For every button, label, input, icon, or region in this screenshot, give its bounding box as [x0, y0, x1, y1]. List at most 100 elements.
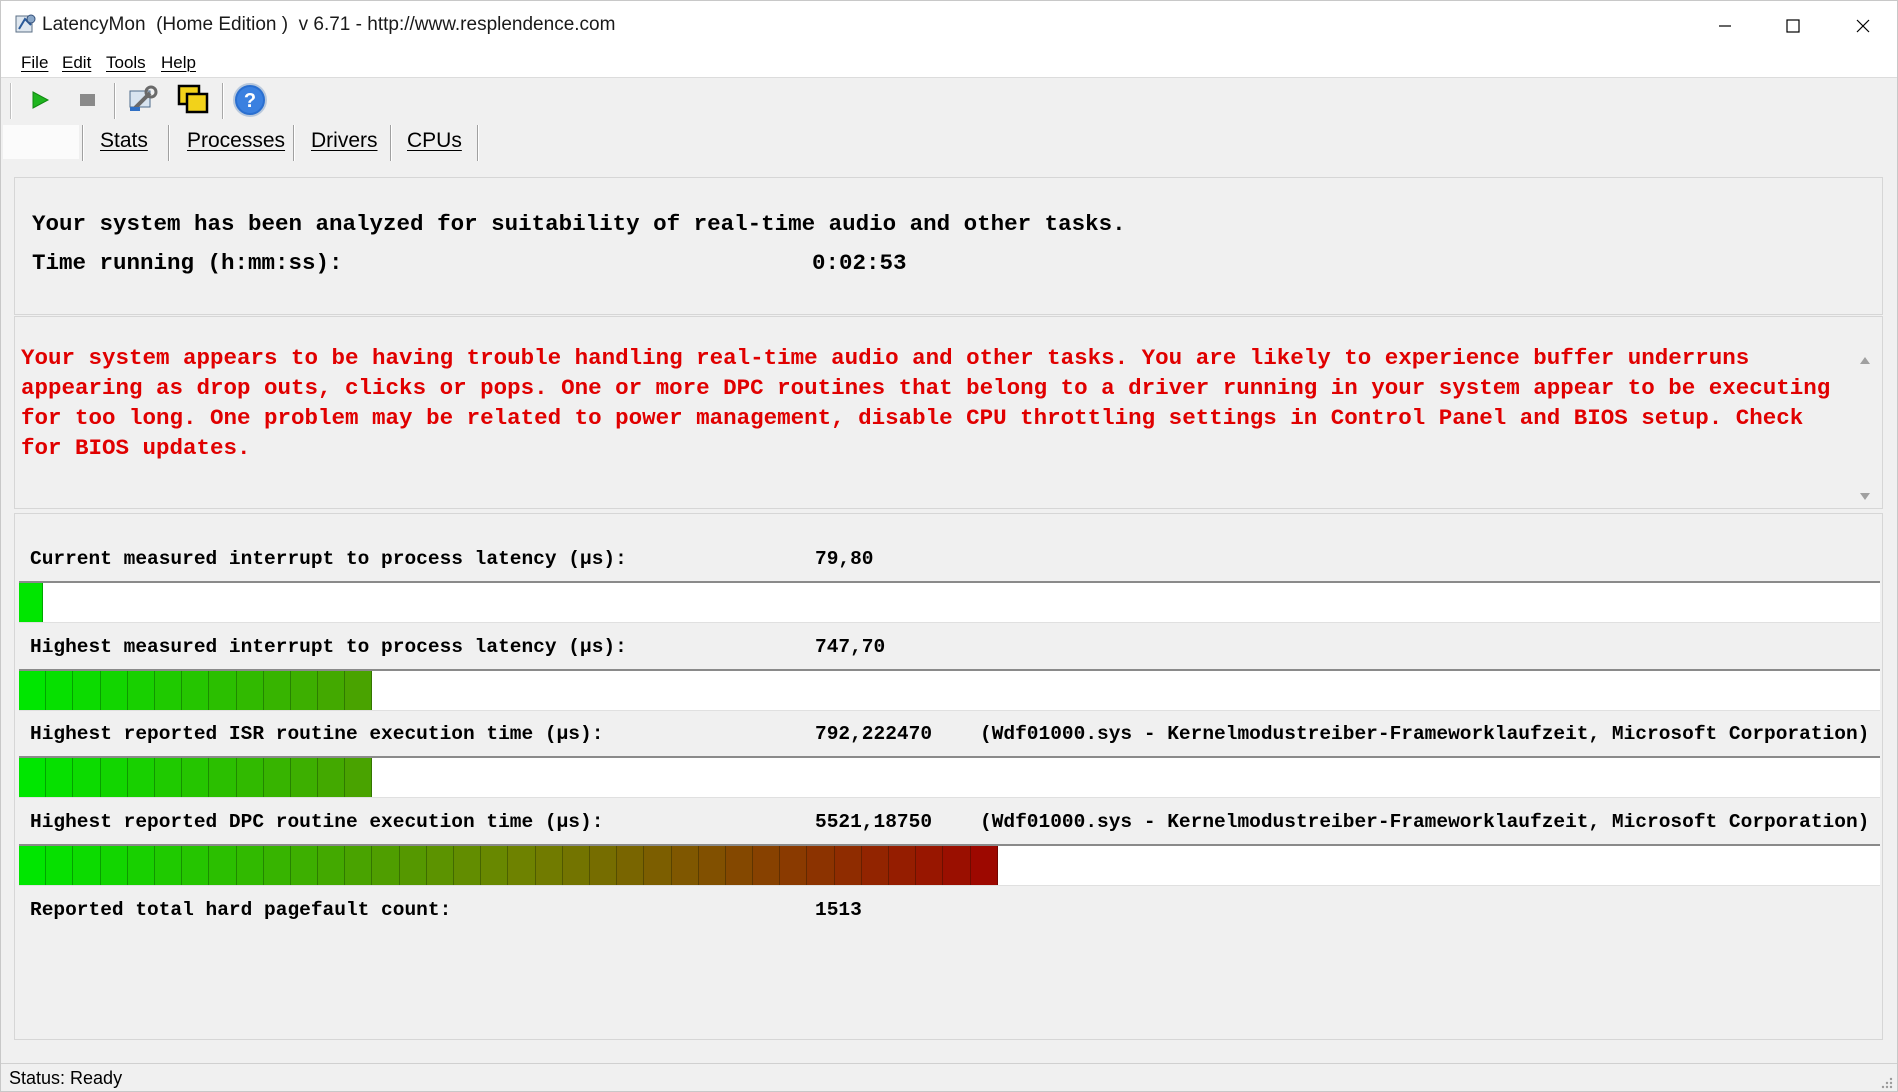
bar-segment: [943, 846, 971, 885]
bar-segment: [154, 846, 183, 885]
isr-time-value: 792,222470: [815, 723, 933, 745]
resize-grip-icon[interactable]: [1879, 1075, 1893, 1089]
bar-segment: [426, 846, 454, 885]
bar-segment: [753, 846, 781, 885]
bar-segment: [127, 846, 155, 885]
metrics-panel: Current measured interrupt to process la…: [14, 513, 1883, 1040]
arrow-down-icon: [1860, 493, 1870, 500]
menu-edit[interactable]: Edit: [62, 53, 91, 73]
bar-segment: [725, 846, 754, 885]
stop-button[interactable]: [69, 82, 105, 118]
bar-segment: [236, 758, 264, 797]
close-button[interactable]: [1828, 1, 1897, 51]
current-latency-value: 79,80: [815, 548, 874, 570]
bar-segment: [19, 758, 47, 797]
windows-button[interactable]: [175, 82, 211, 118]
title-bar[interactable]: LatencyMon (Home Edition ) v 6.71 - http…: [1, 1, 1897, 51]
tab-processes[interactable]: Processes: [187, 129, 285, 163]
bar-segment: [318, 671, 346, 710]
bar-segment: [970, 846, 998, 885]
warning-text: Your system appears to be having trouble…: [21, 345, 1844, 461]
warning-panel: Your system appears to be having trouble…: [14, 316, 1883, 509]
bar-segment: [834, 846, 862, 885]
bar-segment: [372, 846, 400, 885]
minimize-icon: [1719, 25, 1731, 27]
bar-segment: [916, 846, 944, 885]
start-button[interactable]: [22, 82, 58, 118]
copy-windows-icon: [177, 84, 209, 114]
bar-segment: [535, 846, 563, 885]
stop-icon: [80, 94, 95, 106]
toolbar-grip: [10, 83, 12, 119]
bar-segment: [698, 846, 726, 885]
window-title: LatencyMon (Home Edition ) v 6.71 - http…: [42, 14, 616, 35]
tab-divider: [477, 125, 479, 161]
bar-segment: [182, 758, 210, 797]
bar-segment: [290, 846, 319, 885]
bar-segment: [154, 758, 183, 797]
isr-time-bar-fill: [19, 758, 373, 797]
highest-latency-label: Highest measured interrupt to process la…: [30, 636, 627, 658]
bar-segment: [19, 846, 47, 885]
bar-segment: [100, 671, 128, 710]
maximize-button[interactable]: [1758, 1, 1828, 51]
bar-segment: [399, 846, 427, 885]
play-icon: [32, 91, 50, 109]
status-bar: Status: Ready: [1, 1063, 1897, 1091]
toolbar: ?: [1, 79, 1897, 123]
bar-segment: [318, 758, 346, 797]
current-latency-label: Current measured interrupt to process la…: [30, 548, 627, 570]
svg-text:?: ?: [244, 90, 256, 112]
bar-segment: [209, 758, 237, 797]
bar-segment: [209, 846, 237, 885]
time-running-value: 0:02:53: [812, 250, 907, 276]
bar-segment: [100, 846, 128, 885]
bar-segment: [19, 671, 47, 710]
status-text: Status: Ready: [9, 1068, 123, 1088]
highest-latency-value: 747,70: [815, 636, 886, 658]
tab-divider: [168, 125, 170, 161]
bar-segment: [19, 583, 43, 622]
tab-spacer: [3, 125, 79, 159]
bar-segment: [617, 846, 645, 885]
pagefault-value: 1513: [815, 899, 862, 921]
bar-segment: [644, 846, 672, 885]
bar-segment: [589, 846, 618, 885]
bar-segment: [481, 846, 509, 885]
wrench-icon: [129, 85, 158, 111]
help-icon: ?: [233, 83, 267, 117]
bar-segment: [209, 671, 237, 710]
help-button[interactable]: ?: [232, 82, 268, 118]
tab-cpus[interactable]: CPUs: [407, 129, 462, 163]
bar-segment: [46, 758, 74, 797]
pagefault-label: Reported total hard pagefault count:: [30, 899, 452, 921]
bar-segment: [345, 671, 373, 710]
tools-button[interactable]: [125, 82, 161, 118]
tab-divider: [390, 125, 392, 161]
bar-segment: [345, 846, 373, 885]
current-latency-bar: [19, 581, 1880, 623]
latencymon-window: LatencyMon (Home Edition ) v 6.71 - http…: [0, 0, 1898, 1092]
bar-segment: [290, 671, 319, 710]
analysis-text: Your system has been analyzed for suitab…: [32, 211, 1126, 237]
tab-drivers[interactable]: Drivers: [311, 129, 378, 163]
bar-segment: [263, 758, 291, 797]
bar-segment: [127, 671, 155, 710]
isr-time-label: Highest reported ISR routine execution t…: [30, 723, 604, 745]
highest-latency-bar-fill: [19, 671, 373, 710]
bar-segment: [508, 846, 536, 885]
time-running-label: Time running (h:mm:ss):: [32, 250, 343, 276]
tab-stats[interactable]: Stats: [100, 129, 148, 163]
scroll-up-button[interactable]: [1858, 353, 1872, 365]
menu-tools[interactable]: Tools: [106, 53, 146, 73]
current-latency-bar-fill: [19, 583, 43, 622]
menu-help[interactable]: Help: [161, 53, 196, 73]
minimize-button[interactable]: [1690, 1, 1760, 51]
menu-bar: File Edit Tools Help: [1, 51, 1897, 78]
bar-segment: [562, 846, 590, 885]
scroll-down-button[interactable]: [1858, 490, 1872, 502]
latencymon-app-icon: [15, 13, 37, 35]
bar-segment: [454, 846, 482, 885]
bar-segment: [154, 671, 183, 710]
menu-file[interactable]: File: [21, 53, 48, 73]
